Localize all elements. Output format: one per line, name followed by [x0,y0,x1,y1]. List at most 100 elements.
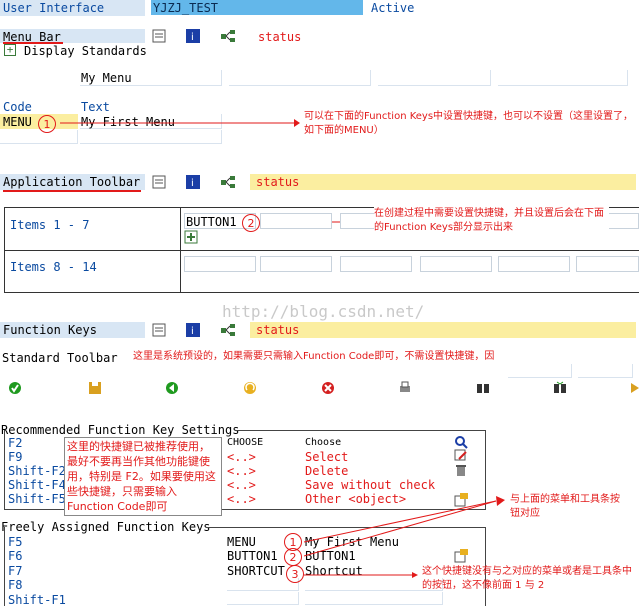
rec-keys: F2 F9 Shift-F2 Shift-F4 Shift-F5 [8,436,66,506]
menu-field-3[interactable] [378,70,491,86]
free-code: BUTTON1 [227,549,278,564]
note-freely-2: 这个快捷键没有与之对应的菜单或者是工具条中的按钮，这不像前面 1 与 2 [422,566,632,591]
code-field-2[interactable] [0,130,78,144]
std-field[interactable] [578,364,633,378]
save-icon[interactable] [86,379,104,397]
first-page-icon[interactable] [626,379,639,397]
back-icon[interactable] [163,379,181,397]
rec-code: <..> [227,492,256,506]
rec-code: <..> [227,450,256,464]
free-key: F5 [8,535,23,549]
note-freely-1: 与上面的菜单和工具条按钮对应 [510,494,620,519]
menu-field-4[interactable] [498,70,628,86]
std-toolbar-row [0,378,639,398]
toolbar-cell[interactable] [340,256,412,272]
toolbar-cell[interactable] [420,256,492,272]
program-state: Active [371,1,415,15]
free-key: F7 [8,563,23,578]
arrow-menu [60,119,300,127]
grid-divider [4,250,639,251]
svg-text:i: i [191,178,194,189]
rec-key: Shift-F4 [8,478,66,492]
free-text-field[interactable] [305,592,443,605]
svg-text:i: i [191,326,194,337]
fkeys-status-bar: status [250,322,636,338]
grid-vline [180,207,181,293]
info-icon[interactable]: i [185,322,201,338]
check-icon[interactable] [6,379,24,397]
marker-2: 2 [242,214,260,232]
items-range-1: Items 1 - 7 [10,218,90,232]
menu-field-2[interactable] [229,70,371,86]
info-icon[interactable]: i [185,28,201,44]
items-range-2: Items 8 - 14 [10,260,97,274]
toolbar-cell[interactable] [260,213,332,229]
print-icon[interactable] [396,379,414,397]
trash-icon[interactable] [453,462,469,478]
info-icon[interactable]: i [185,174,201,190]
menu-field-1[interactable]: My Menu [80,70,222,86]
rec-code: CHOOSE [227,437,264,448]
box-top [235,430,486,431]
apptoolbar-status-bar: status [250,174,636,190]
hierarchy-icon[interactable] [220,174,236,190]
free-code: SHORTCUT [227,563,285,578]
fkeys-label[interactable]: Function Keys [3,323,97,337]
add-icon[interactable] [184,230,198,244]
hierarchy-icon[interactable] [220,322,236,338]
toolbar-cell[interactable] [184,256,256,272]
free-codes: MENU BUTTON1 SHORTCUT [227,535,285,578]
rec-text: Select [305,450,349,464]
rec-codes: CHOOSE <..> <..> <..> <..> [227,436,263,506]
rec-key: Shift-F5 [8,492,66,506]
exit-icon[interactable] [241,379,259,397]
free-key: F8 [8,578,23,593]
rec-text: Delete [305,464,349,478]
text-field-2[interactable] [80,130,222,144]
free-code-field[interactable] [227,592,299,605]
svg-text:i: i [191,32,194,43]
menubar-status: status [258,30,302,44]
text-header: Text [81,100,110,114]
note-icon[interactable] [151,322,167,338]
note-apptoolbar: 在创建过程中需要设置快捷键，并且设置后会在下面的Function Keys部分显… [374,207,609,235]
note-icon[interactable] [151,174,167,190]
fkeys-status: status [256,323,300,337]
arrow-shortcut [304,572,418,578]
rec-text: Save without check [305,478,436,492]
code-header: Code [3,100,32,114]
free-key: F6 [8,549,23,564]
apptoolbar-label[interactable]: Application Toolbar [3,175,140,189]
arrows-freely [303,496,505,575]
marker-1: 1 [38,115,56,133]
rec-code: <..> [227,464,256,478]
find-icon[interactable] [474,379,492,397]
toolbar-cell[interactable] [576,256,639,272]
std-field[interactable] [508,364,572,378]
display-standards[interactable]: Display Standards [24,44,147,58]
expand-icon[interactable]: + [4,44,16,56]
menu-name: My Menu [81,71,132,85]
apptoolbar-underline [3,190,141,192]
note-recommended: 这里的快捷键已被推荐使用，最好不要再当作其他功能键使用，特别是 F2。如果要使用… [67,440,216,513]
toolbar-cell[interactable] [498,256,570,272]
cancel-icon[interactable] [319,379,337,397]
free-key: Shift-F1 [8,592,66,606]
rec-key: Shift-F2 [8,464,66,478]
toolbar-cell[interactable] [260,256,332,272]
watermark: http://blog.csdn.net/ [222,302,425,321]
find-next-icon[interactable] [551,379,569,397]
apptoolbar-status: status [256,175,300,189]
rec-text: Choose [305,437,342,448]
note-icon[interactable] [151,28,167,44]
code-value: MENU [3,115,32,129]
free-code: MENU [227,535,256,549]
stdtoolbar-label[interactable]: Standard Toolbar [2,351,118,365]
free-keys: F5 F6 F7 F8 Shift-F1 [8,535,66,606]
hierarchy-icon[interactable] [220,28,236,44]
program-field[interactable]: YJZJ_TEST [151,0,363,15]
button1-label: BUTTON1 [186,215,237,229]
note-recommended-box: 这里的快捷键已被推荐使用，最好不要再当作其他功能键使用，特别是 F2。如果要使用… [64,437,222,516]
ui-label: User Interface [3,1,105,15]
rec-key: F9 [8,450,23,464]
